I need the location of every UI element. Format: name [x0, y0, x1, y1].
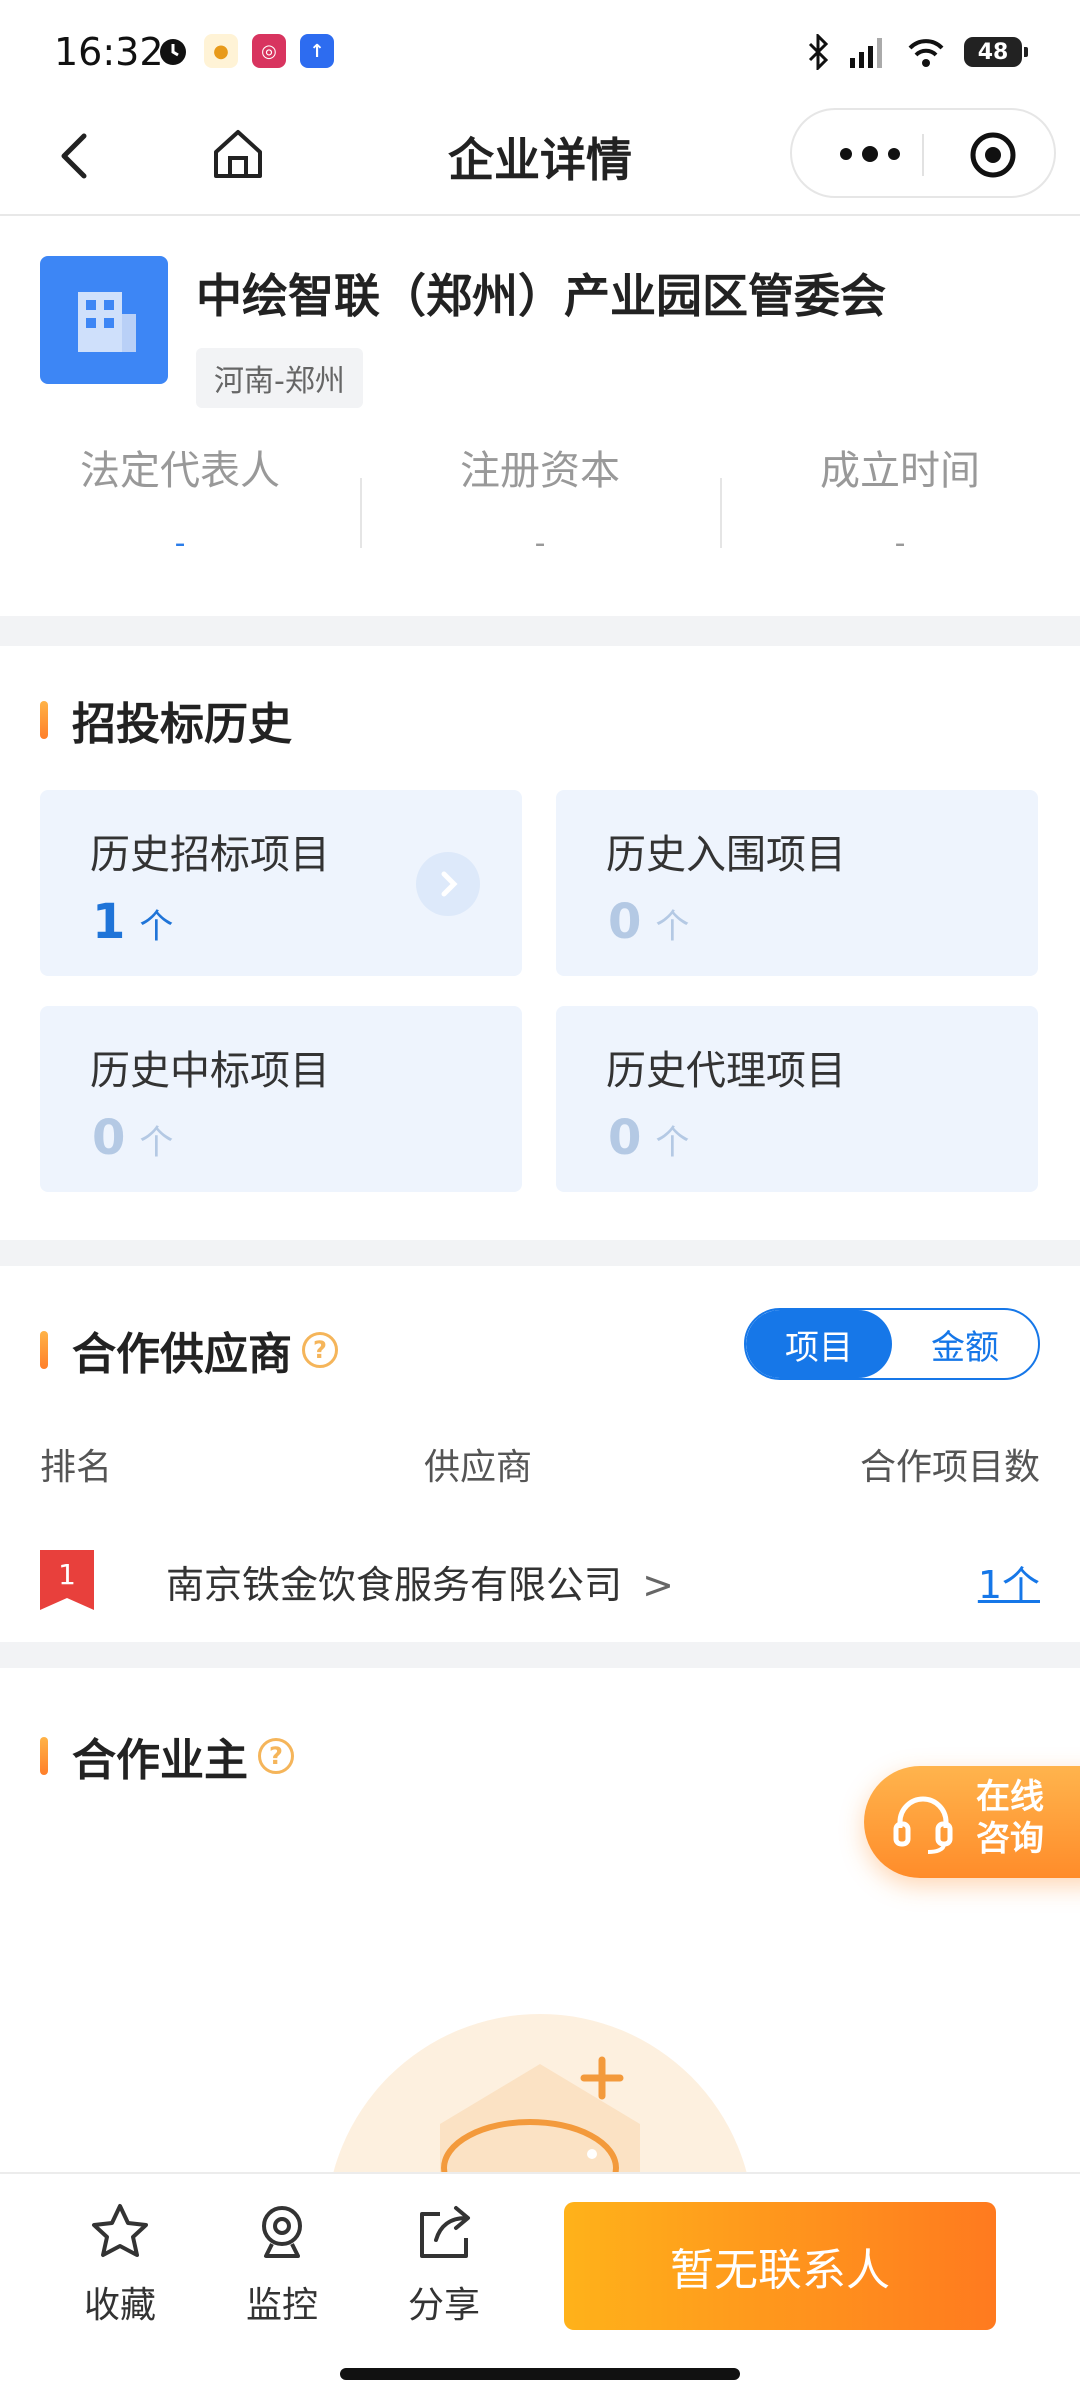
- app-notification-icon: ●: [204, 34, 238, 68]
- headset-icon: [893, 1796, 953, 1854]
- chevron-right-icon: >: [642, 1563, 674, 1607]
- bid-card-shortlisted[interactable]: 历史入围项目 0个: [556, 790, 1038, 976]
- bluetooth-icon: [808, 34, 829, 70]
- stat-value: -: [894, 526, 906, 561]
- supplier-table-header: 排名 供应商 合作项目数: [40, 1438, 1040, 1488]
- count-unit: 个: [655, 1123, 690, 1163]
- section-marker: [40, 701, 48, 739]
- supplier-project-count[interactable]: 1个: [978, 1554, 1040, 1609]
- favorite-button[interactable]: 收藏: [60, 2200, 180, 2328]
- company-name: 中绘智联（郑州）产业园区管委会: [196, 269, 886, 323]
- close-miniprogram-icon[interactable]: [968, 130, 1018, 180]
- stat-legal-rep: 法定代表人 -: [0, 438, 360, 578]
- share-button[interactable]: 分享: [384, 2200, 504, 2328]
- alarm-icon: [160, 39, 186, 65]
- count-unit: 个: [139, 1123, 174, 1163]
- home-indicator[interactable]: [340, 2368, 740, 2380]
- section-title: 招投标历史: [40, 688, 292, 752]
- bottom-action-bar: 收藏 监控 分享 暂无联系人: [0, 2172, 1080, 2400]
- section-title-text: 合作业主: [72, 1735, 248, 1786]
- more-icon[interactable]: [830, 130, 910, 178]
- bid-card-count: 1个: [92, 894, 173, 950]
- stat-value: -: [534, 526, 546, 561]
- bid-card-agency[interactable]: 历史代理项目 0个: [556, 1006, 1038, 1192]
- bid-card-tender[interactable]: 历史招标项目 1个: [40, 790, 522, 976]
- monitor-label: 监控: [245, 2285, 318, 2326]
- toggle-project[interactable]: 项目: [746, 1310, 892, 1378]
- stat-value: -: [174, 526, 186, 561]
- stat-registered-capital: 注册资本 -: [360, 438, 720, 578]
- bid-card-label: 历史入围项目: [606, 832, 846, 878]
- company-logo: [40, 256, 168, 384]
- status-time: 16:32: [54, 30, 164, 74]
- nav-bar: 企业详情: [0, 104, 1080, 216]
- camera-monitor-icon: [262, 2206, 302, 2258]
- bid-card-count: 0个: [608, 1110, 689, 1166]
- rank-badge: 1: [40, 1550, 94, 1610]
- signal-icon: [850, 38, 882, 68]
- favorite-label: 收藏: [83, 2285, 156, 2326]
- status-notification-icons: ● ◎ ↑: [156, 34, 334, 68]
- consult-label: 在线 咨询: [976, 1776, 1044, 1860]
- svg-text:1: 1: [58, 1558, 76, 1591]
- count-unit: 个: [139, 907, 174, 947]
- header-rank: 排名: [40, 1447, 113, 1488]
- header-supplier: 供应商: [424, 1447, 533, 1488]
- chevron-right-icon[interactable]: [416, 852, 480, 916]
- count-value: 1: [92, 894, 126, 950]
- supplier-name[interactable]: 南京铁金饮食服务有限公司 >: [166, 1554, 674, 1609]
- online-consult-button[interactable]: 在线 咨询: [864, 1766, 1080, 1878]
- suppliers-section: 合作供应商 ? 项目 金额 排名 供应商 合作项目数 1 南京铁金饮食服务有限公…: [0, 1266, 1080, 1642]
- stat-label: 法定代表人: [80, 448, 280, 494]
- star-icon: [92, 2204, 148, 2257]
- stat-label: 成立时间: [820, 448, 980, 494]
- section-marker: [40, 1331, 48, 1369]
- status-bar: 16:32 ● ◎ ↑ 48: [0, 0, 1080, 104]
- app-notification-icon: ◎: [252, 34, 286, 68]
- bid-card-count: 0个: [608, 894, 689, 950]
- bid-card-label: 历史中标项目: [90, 1048, 330, 1094]
- company-stats: 法定代表人 - 注册资本 - 成立时间 -: [0, 438, 1080, 578]
- section-title: 合作供应商 ?: [40, 1318, 338, 1382]
- count-value: 0: [608, 1110, 642, 1166]
- toggle-amount[interactable]: 金额: [892, 1310, 1038, 1378]
- share-label: 分享: [407, 2285, 480, 2326]
- bid-card-count: 0个: [92, 1110, 173, 1166]
- capsule-divider: [922, 134, 924, 176]
- section-title-text: 招投标历史: [72, 699, 292, 750]
- help-icon[interactable]: ?: [258, 1738, 294, 1774]
- header-count: 合作项目数: [859, 1447, 1040, 1488]
- monitor-button[interactable]: 监控: [222, 2200, 342, 2328]
- consult-label-line1: 在线: [976, 1777, 1044, 1817]
- wifi-icon: [908, 39, 944, 67]
- section-marker: [40, 1737, 48, 1775]
- bid-card-won[interactable]: 历史中标项目 0个: [40, 1006, 522, 1192]
- building-icon: [78, 292, 136, 352]
- stat-founded-date: 成立时间 -: [720, 438, 1080, 578]
- bidding-history-section: 招投标历史 历史招标项目 1个 历史入围项目 0个 历史中标项目 0个 历史代理…: [0, 646, 1080, 1240]
- consult-label-line2: 咨询: [976, 1819, 1044, 1859]
- bid-card-label: 历史代理项目: [606, 1048, 846, 1094]
- app-notification-icon: ↑: [300, 34, 334, 68]
- count-value: 0: [608, 894, 642, 950]
- battery-icon: 48: [964, 37, 1028, 67]
- stat-label: 注册资本: [460, 448, 620, 494]
- help-icon[interactable]: ?: [302, 1332, 338, 1368]
- company-region-tag: 河南-郑州: [196, 348, 363, 408]
- miniprogram-capsule: [790, 108, 1056, 198]
- section-title-text: 合作供应商: [72, 1329, 292, 1380]
- supplier-name-text: 南京铁金饮食服务有限公司: [166, 1563, 623, 1607]
- contact-button[interactable]: 暂无联系人: [564, 2202, 996, 2330]
- status-system-icons: 48: [806, 34, 1028, 70]
- share-icon: [420, 2206, 470, 2258]
- count-value: 0: [92, 1110, 126, 1166]
- company-card: 中绘智联（郑州）产业园区管委会 河南-郑州 法定代表人 - 注册资本 - 成立时…: [0, 216, 1080, 616]
- bid-card-label: 历史招标项目: [90, 832, 330, 878]
- supplier-sort-toggle: 项目 金额: [744, 1308, 1040, 1380]
- section-title: 合作业主 ?: [40, 1724, 294, 1788]
- count-unit: 个: [655, 907, 690, 947]
